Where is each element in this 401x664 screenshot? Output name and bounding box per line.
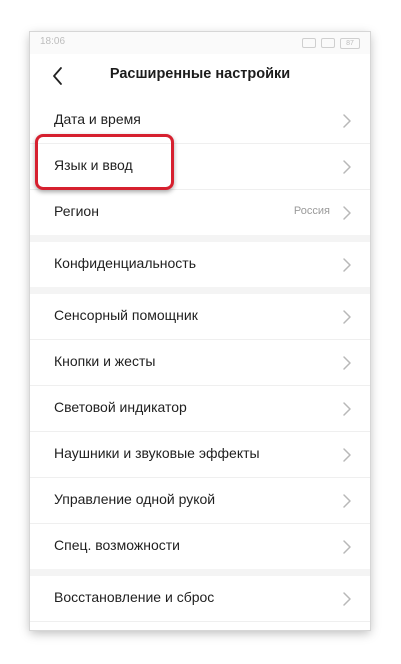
settings-row[interactable]: Конфиденциальность: [30, 242, 370, 287]
header: Расширенные настройки: [30, 54, 370, 98]
status-time: 18:06: [40, 36, 66, 47]
settings-row-label: Спец. возможности: [54, 537, 180, 553]
chevron-right-icon: [342, 539, 352, 555]
settings-row[interactable]: Спец. возможности: [30, 524, 370, 569]
settings-row-label: Язык и ввод: [54, 157, 133, 173]
status-icons: 87: [302, 37, 360, 49]
settings-row-label: Кнопки и жесты: [54, 353, 156, 369]
group-separator: [30, 569, 370, 576]
chevron-right-icon: [342, 309, 352, 325]
settings-row-label: Сенсорный помощник: [54, 307, 198, 323]
settings-row-label: Управление одной рукой: [54, 491, 216, 507]
chevron-right-icon: [342, 493, 352, 509]
settings-row[interactable]: Управление одной рукой: [30, 478, 370, 524]
settings-row[interactable]: Сенсорный помощник: [30, 294, 370, 340]
settings-row[interactable]: Кнопки и жесты: [30, 340, 370, 386]
settings-row-label: Дата и время: [54, 111, 141, 127]
settings-row[interactable]: Язык и ввод: [30, 144, 370, 190]
chevron-right-icon: [342, 447, 352, 463]
chevron-right-icon: [342, 205, 352, 221]
group-separator: [30, 235, 370, 242]
settings-row-label: Световой индикатор: [54, 399, 187, 415]
group-separator: [30, 287, 370, 294]
alarm-icon: [321, 38, 335, 48]
settings-row[interactable]: Световой индикатор: [30, 386, 370, 432]
chevron-right-icon: [342, 159, 352, 175]
chevron-right-icon: [342, 113, 352, 129]
page-title: Расширенные настройки: [109, 66, 291, 82]
settings-row-label: Восстановление и сброс: [54, 589, 215, 605]
settings-row-label: Наушники и звуковые эффекты: [54, 445, 260, 461]
settings-row-label: Конфиденциальность: [54, 255, 197, 271]
settings-row[interactable]: Mi Mover: [30, 622, 370, 630]
battery-icon: 87: [340, 37, 360, 49]
phone-screen: 18:06 87 Расширенные настройки Дата и вр…: [30, 32, 370, 630]
settings-row-value: Россия: [293, 205, 330, 217]
settings-row[interactable]: Наушники и звуковые эффекты: [30, 432, 370, 478]
settings-row[interactable]: Регион Россия: [30, 190, 370, 235]
chevron-right-icon: [342, 401, 352, 417]
settings-list: Дата и время Язык и ввод Регион Россия Конфи…: [30, 98, 370, 630]
settings-row[interactable]: Дата и время: [30, 98, 370, 144]
chevron-right-icon: [342, 355, 352, 371]
chevron-right-icon: [342, 591, 352, 607]
vibrate-icon: [302, 38, 316, 48]
settings-row[interactable]: Восстановление и сброс: [30, 576, 370, 622]
status-bar: 18:06 87: [30, 32, 370, 54]
settings-row-label: Регион: [54, 203, 99, 219]
chevron-right-icon: [342, 257, 352, 273]
